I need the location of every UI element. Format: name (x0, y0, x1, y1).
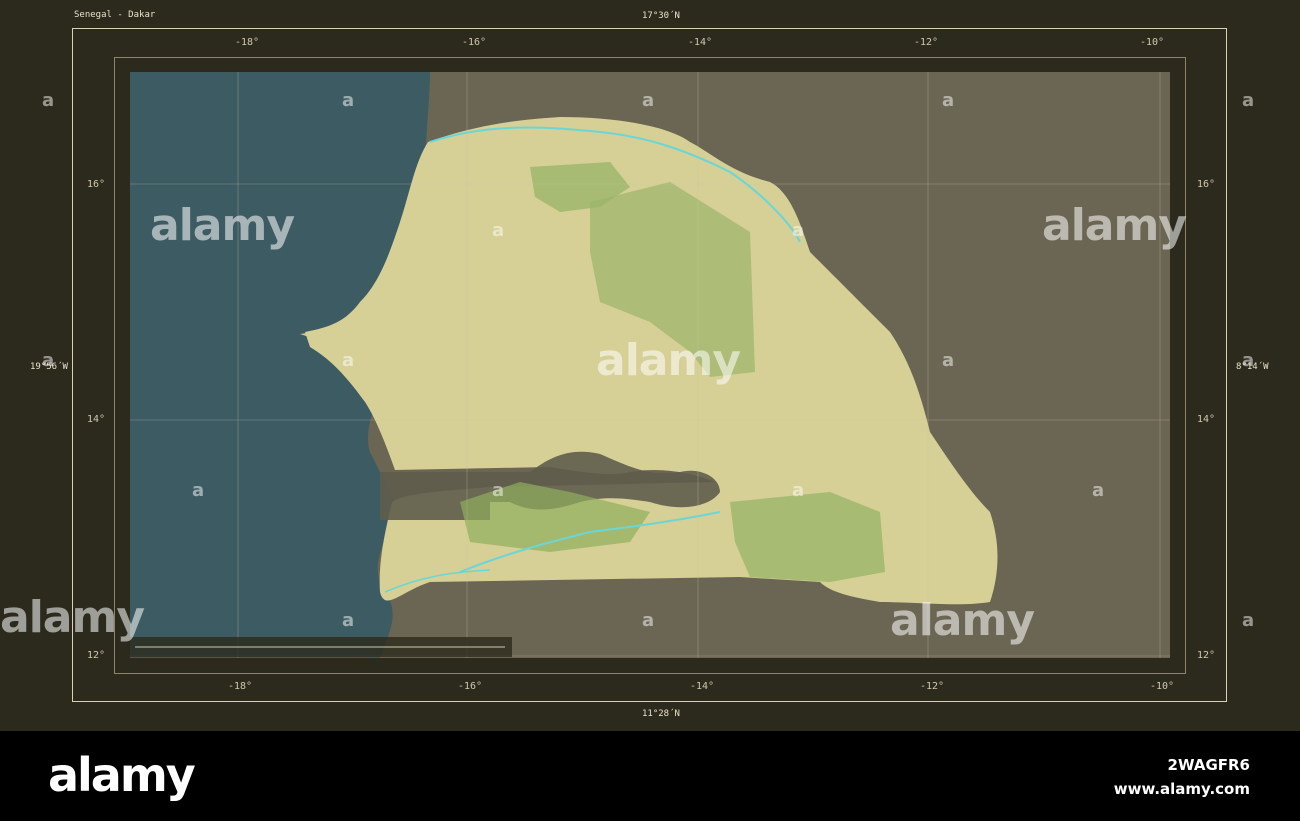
watermark-mark: a (1242, 610, 1255, 631)
scale-bar (130, 637, 512, 657)
footer-bar (0, 731, 1300, 821)
watermark-mark: a (942, 90, 955, 111)
lon-tick-top: -16° (462, 37, 487, 48)
lon-tick-bottom: -16° (458, 681, 483, 692)
watermark-logo: alamy (150, 200, 295, 251)
watermark-logo: alamy (0, 592, 145, 643)
lon-tick-bottom: -10° (1150, 681, 1175, 692)
lon-tick-bottom: -14° (690, 681, 715, 692)
watermark-mark: a (792, 220, 805, 241)
lon-tick-top: -10° (1140, 37, 1165, 48)
watermark-mark: a (642, 90, 655, 111)
map-frame: Senegal - Dakar 17°30´N 11°28´N 19°56´W … (0, 0, 1300, 731)
watermark-mark: a (1242, 350, 1255, 371)
watermark-mark: a (1092, 480, 1105, 501)
watermark-logo: alamy (1042, 200, 1187, 251)
watermark-mark: a (42, 90, 55, 111)
latitude-bottom-label: 11°28´N (642, 709, 680, 719)
lat-tick-right: 16° (1197, 179, 1216, 190)
lon-tick-bottom: -12° (920, 681, 945, 692)
lon-tick-top: -18° (235, 37, 260, 48)
watermark-mark: a (192, 480, 205, 501)
watermark-mark: a (1242, 90, 1255, 111)
brand-logo: alamy (48, 748, 196, 802)
map-title: Senegal - Dakar (74, 10, 156, 20)
lon-tick-top: -14° (688, 37, 713, 48)
watermark-mark: a (792, 480, 805, 501)
protected-area-niokolo (730, 492, 885, 582)
lat-tick-right: 14° (1197, 414, 1216, 425)
lat-tick-left: 16° (87, 179, 106, 190)
watermark-logo: alamy (596, 335, 741, 386)
watermark-mark: a (342, 90, 355, 111)
watermark-mark: a (942, 350, 955, 371)
lat-tick-right: 12° (1197, 650, 1216, 661)
lon-tick-top: -12° (914, 37, 939, 48)
site-url[interactable]: www.alamy.com (1114, 780, 1250, 798)
image-id: 2WAGFR6 (1167, 756, 1250, 774)
watermark-mark: a (492, 220, 505, 241)
watermark-mark: a (342, 610, 355, 631)
lon-tick-bottom: -18° (228, 681, 253, 692)
lat-tick-left: 14° (87, 414, 106, 425)
watermark-mark: a (342, 350, 355, 371)
watermark-logo: alamy (890, 595, 1035, 646)
watermark-mark: a (492, 480, 505, 501)
watermark-mark: a (42, 350, 55, 371)
latitude-top-label: 17°30´N (642, 11, 680, 21)
watermark-mark: a (642, 610, 655, 631)
lat-tick-left: 12° (87, 650, 106, 661)
